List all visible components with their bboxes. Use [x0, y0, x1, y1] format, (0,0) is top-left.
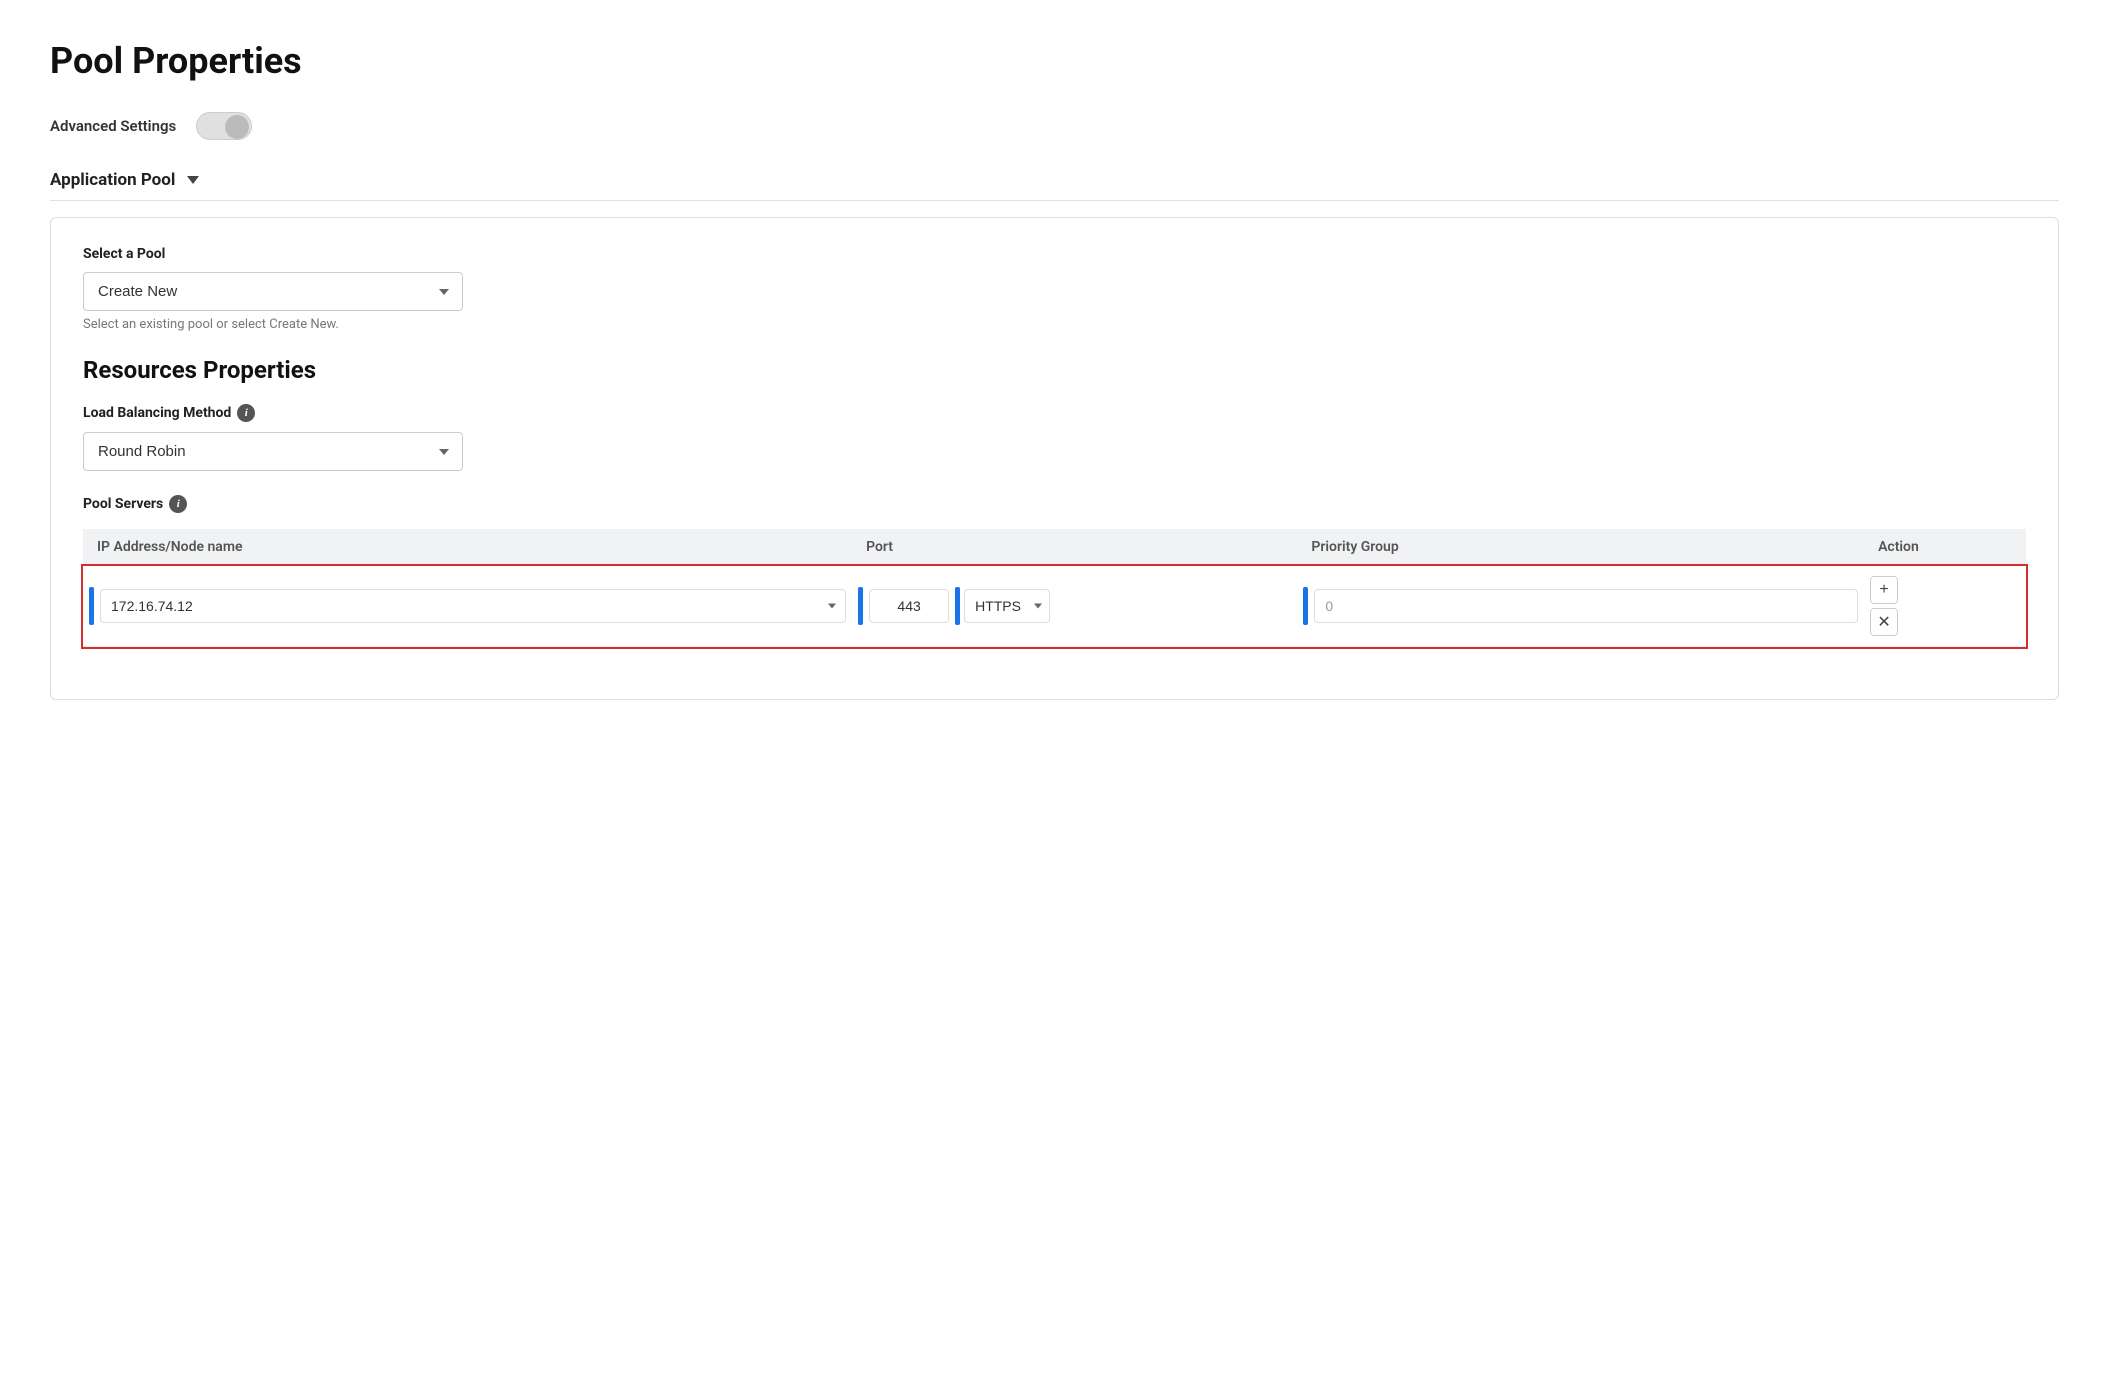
protocol-dropdown[interactable]: HTTPS HTTP [964, 589, 1050, 623]
application-pool-chevron-icon [187, 176, 199, 184]
port-cell-content: HTTPS HTTP [858, 587, 1291, 625]
ip-cell-content: 172.16.74.12 [89, 587, 846, 625]
toggle-knob [225, 115, 249, 139]
application-pool-label: Application Pool [50, 170, 175, 190]
select-pool-label: Select a Pool [83, 246, 2026, 262]
load-balancing-label: Load Balancing Method i [83, 404, 2026, 422]
ip-select-wrapper: 172.16.74.12 [100, 589, 846, 623]
load-balancing-wrapper: Round Robin Least Connections IP Hash [83, 432, 463, 471]
ip-address-dropdown[interactable]: 172.16.74.12 [100, 589, 846, 623]
port-blue-bar [858, 587, 863, 625]
advanced-settings-toggle[interactable] [196, 112, 252, 140]
load-balancing-info-icon: i [237, 404, 255, 422]
col-header-priority: Priority Group [1297, 529, 1864, 566]
cell-priority [1297, 566, 1864, 647]
load-balancing-group: Load Balancing Method i Round Robin Leas… [83, 404, 2026, 471]
col-header-port: Port [852, 529, 1297, 566]
priority-input[interactable] [1314, 589, 1858, 623]
pool-servers-label: Pool Servers i [83, 495, 2026, 513]
cell-port: HTTPS HTTP [852, 566, 1297, 647]
load-balancing-dropdown[interactable]: Round Robin Least Connections IP Hash [83, 432, 463, 471]
cell-action: + ✕ [1864, 566, 2026, 647]
pool-servers-table: IP Address/Node name Port Priority Group… [83, 529, 2026, 647]
advanced-settings-label: Advanced Settings [50, 117, 176, 135]
application-pool-section-header[interactable]: Application Pool [50, 170, 2059, 201]
table-header-row: IP Address/Node name Port Priority Group… [83, 529, 2026, 566]
protocol-select-wrapper: HTTPS HTTP [964, 589, 1050, 623]
advanced-settings-row: Advanced Settings [50, 112, 2059, 140]
select-pool-group: Select a Pool Create New Select an exist… [83, 246, 2026, 332]
remove-row-button[interactable]: ✕ [1870, 608, 1898, 636]
table-body: 172.16.74.12 [83, 566, 2026, 647]
priority-blue-bar [1303, 587, 1308, 625]
cell-ip: 172.16.74.12 [83, 566, 852, 647]
pool-properties-panel: Select a Pool Create New Select an exist… [50, 217, 2059, 700]
pool-servers-group: Pool Servers i IP Address/Node name Port… [83, 495, 2026, 647]
port-blue-bar-right [955, 587, 960, 625]
action-buttons: + ✕ [1870, 576, 2020, 636]
select-pool-hint: Select an existing pool or select Create… [83, 317, 2026, 332]
ip-blue-bar [89, 587, 94, 625]
table-row: 172.16.74.12 [83, 566, 2026, 647]
page-title: Pool Properties [50, 40, 2059, 82]
priority-cell-content [1303, 587, 1858, 625]
col-header-action: Action [1864, 529, 2026, 566]
resources-properties-title: Resources Properties [83, 356, 2026, 384]
add-row-button[interactable]: + [1870, 576, 1898, 604]
select-pool-dropdown[interactable]: Create New [83, 272, 463, 311]
port-input[interactable] [869, 589, 949, 623]
col-header-ip: IP Address/Node name [83, 529, 852, 566]
table-header: IP Address/Node name Port Priority Group… [83, 529, 2026, 566]
pool-servers-info-icon: i [169, 495, 187, 513]
select-pool-wrapper: Create New [83, 272, 463, 311]
